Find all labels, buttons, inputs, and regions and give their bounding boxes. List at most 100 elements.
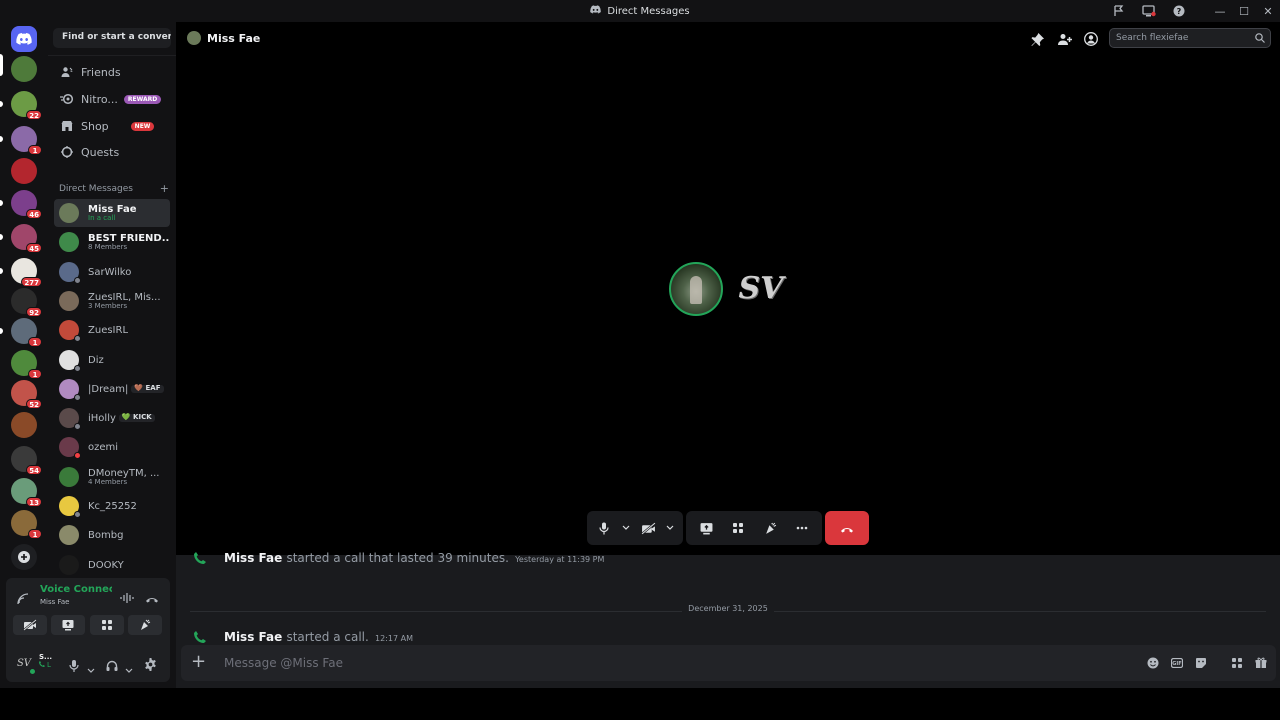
mention-count-badge: 277 — [21, 277, 42, 287]
dm-list-item[interactable]: SarWilko — [54, 258, 170, 286]
server-icon[interactable]: 1 — [11, 318, 42, 347]
nav-nitro[interactable]: Nitro... REWARD — [54, 88, 170, 110]
dm-list-item[interactable]: ZuesIRL, Mis... 3 Members — [54, 287, 170, 315]
nav-nitro-label: Nitro... — [81, 92, 118, 106]
emoji-icon[interactable] — [1144, 654, 1162, 672]
sticker-icon[interactable] — [1192, 654, 1210, 672]
noise-suppression-icon[interactable] — [120, 589, 134, 608]
microphone-button[interactable] — [69, 657, 79, 676]
add-server-button[interactable] — [11, 544, 37, 570]
dm-list-item[interactable]: Kc_25252 — [54, 492, 170, 520]
message-composer[interactable]: + Message @Miss Fae GIF — [181, 645, 1276, 681]
nav-quests[interactable]: Quests — [54, 141, 170, 163]
signal-strength-icon[interactable] — [17, 590, 30, 609]
header-username[interactable]: Miss Fae — [207, 32, 260, 45]
activities-button[interactable] — [90, 615, 124, 635]
dm-list-item[interactable]: DOOKY — [54, 551, 170, 579]
chevron-down-icon[interactable] — [663, 515, 677, 541]
search-icon — [1255, 33, 1265, 46]
settings-gear-icon[interactable] — [144, 656, 157, 675]
pinned-messages-icon[interactable] — [1031, 31, 1044, 50]
disconnect-icon[interactable] — [145, 590, 159, 609]
dm-avatar — [59, 232, 79, 252]
user-avatar-signature: SV — [16, 657, 32, 669]
user-info[interactable]: S... L — [39, 654, 52, 669]
server-icon[interactable]: 46 — [11, 190, 42, 219]
call-log-message: Miss Fae started a call that lasted 39 m… — [176, 548, 1280, 568]
dm-list-item[interactable]: Miss Fae In a call — [54, 199, 170, 227]
server-icon[interactable]: 92 — [11, 288, 42, 317]
dm-list-item[interactable]: ozemi — [54, 433, 170, 461]
chevron-down-icon[interactable] — [619, 515, 633, 541]
dm-list-item[interactable]: Diz — [54, 346, 170, 374]
apps-icon[interactable] — [1228, 654, 1246, 672]
call-soundboard-button[interactable] — [756, 515, 784, 541]
dm-name: Kc_25252 — [88, 500, 137, 512]
attach-plus-button[interactable]: + — [191, 653, 206, 671]
dm-list-item[interactable]: iHolly 💚 KICK — [54, 404, 170, 432]
home-button[interactable] — [11, 26, 37, 52]
create-dm-button[interactable]: + — [160, 183, 169, 194]
hang-up-phone-icon — [840, 519, 854, 538]
nav-shop[interactable]: Shop NEW — [54, 115, 170, 137]
date-divider-label: December 31, 2025 — [688, 604, 768, 613]
chevron-down-icon[interactable] — [125, 659, 133, 678]
find-conversation-button[interactable]: Find or start a convers... — [53, 28, 171, 48]
screen-share-status-icon[interactable] — [1134, 0, 1164, 22]
voice-status-title[interactable]: Voice Connected — [40, 584, 112, 595]
dm-list-item[interactable]: BEST FRIEND... 8 Members — [54, 228, 170, 256]
call-more-options-button[interactable] — [788, 515, 816, 541]
server-icon[interactable] — [11, 158, 37, 184]
chevron-down-icon[interactable] — [87, 659, 95, 678]
user-avatar[interactable]: SV — [14, 653, 36, 675]
call-mute-button[interactable] — [593, 515, 615, 541]
server-icon[interactable]: 277 — [11, 258, 42, 287]
call-camera-off-button[interactable] — [637, 515, 659, 541]
caller-avatar-speaking[interactable] — [669, 262, 723, 316]
server-icon[interactable]: 1 — [11, 350, 42, 379]
dm-list-item[interactable]: DMoneyTM, ... 4 Members — [54, 463, 170, 491]
server-icon[interactable]: 1 — [11, 510, 42, 539]
message-input-placeholder[interactable]: Message @Miss Fae — [224, 656, 343, 670]
nitro-icon — [60, 92, 74, 106]
discord-logo-icon — [590, 5, 602, 17]
call-share-screen-button[interactable] — [692, 515, 720, 541]
dm-list-item[interactable]: Bombg — [54, 521, 170, 549]
bottom-edge — [0, 688, 1280, 720]
unread-indicator — [0, 328, 3, 334]
minimize-button[interactable]: — — [1208, 0, 1232, 22]
search-input[interactable]: Search flexiefae — [1109, 28, 1271, 48]
voice-channel-name[interactable]: Miss Fae — [40, 598, 69, 606]
server-icon[interactable]: 22 — [11, 91, 42, 120]
dm-list-item[interactable]: ZuesIRL — [54, 316, 170, 344]
server-icon[interactable] — [11, 56, 37, 82]
help-icon[interactable]: ? — [1164, 0, 1194, 22]
server-icon[interactable]: 54 — [11, 446, 42, 475]
message-author[interactable]: Miss Fae — [224, 630, 282, 644]
call-activities-button[interactable] — [724, 515, 752, 541]
headphones-button[interactable] — [106, 657, 118, 676]
server-icon[interactable]: 52 — [11, 380, 42, 409]
inbox-flag-icon[interactable] — [1104, 0, 1134, 22]
call-phone-icon — [194, 549, 206, 568]
message-author[interactable]: Miss Fae — [224, 551, 282, 565]
server-icon[interactable]: 1 — [11, 126, 42, 155]
server-icon[interactable] — [11, 412, 37, 438]
add-friends-to-dm-icon[interactable] — [1058, 31, 1072, 50]
dm-list-item[interactable]: |Dream| 🤎 EAF — [54, 375, 170, 403]
soundboard-button[interactable] — [128, 615, 162, 635]
camera-off-button[interactable] — [13, 615, 47, 635]
nav-friends[interactable]: Friends — [54, 61, 170, 83]
server-icon[interactable]: 45 — [11, 224, 42, 253]
close-button[interactable]: ✕ — [1256, 0, 1280, 22]
share-screen-button[interactable] — [51, 615, 85, 635]
user-profile-icon[interactable] — [1084, 31, 1098, 50]
participant-signature-tile[interactable]: SV — [733, 268, 789, 308]
presence-status-dot — [74, 394, 81, 401]
hang-up-button[interactable] — [825, 511, 869, 545]
server-icon[interactable]: 13 — [11, 478, 42, 507]
maximize-button[interactable]: ☐ — [1232, 0, 1256, 22]
gift-icon[interactable] — [1252, 654, 1270, 672]
gif-icon[interactable]: GIF — [1168, 654, 1186, 672]
header-avatar[interactable] — [187, 31, 201, 45]
